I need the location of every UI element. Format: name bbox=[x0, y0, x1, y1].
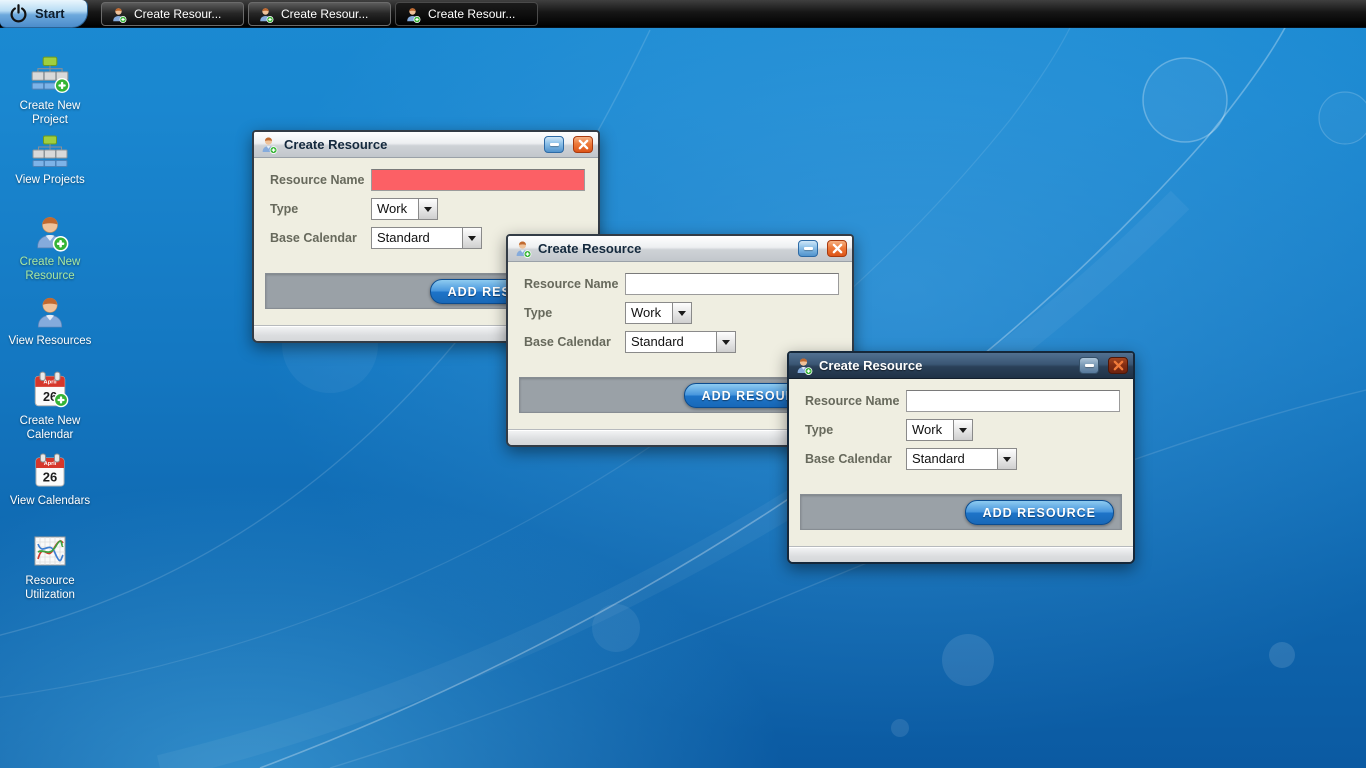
person-add-icon bbox=[404, 6, 421, 23]
chart-icon bbox=[30, 531, 70, 571]
type-select-value: Work bbox=[907, 420, 953, 440]
create-resource-window-3: Create Resource Resource Name Type Work bbox=[787, 351, 1135, 564]
base-calendar-select[interactable]: Standard bbox=[906, 448, 1017, 470]
calendar-add-icon: April 26 bbox=[29, 369, 71, 411]
start-label: Start bbox=[35, 6, 65, 21]
base-calendar-select-value: Standard bbox=[372, 228, 462, 248]
window-body: Resource Name Type Work Base Calendar St… bbox=[789, 379, 1133, 543]
close-icon bbox=[578, 139, 589, 150]
type-label: Type bbox=[524, 302, 552, 324]
desktop-icon-create-new-project[interactable]: Create New Project bbox=[4, 54, 96, 127]
chevron-down-icon[interactable] bbox=[462, 228, 481, 248]
type-label: Type bbox=[805, 419, 833, 441]
desktop-icon-resource-utilization[interactable]: Resource Utilization bbox=[4, 531, 96, 602]
base-calendar-select[interactable]: Standard bbox=[625, 331, 736, 353]
svg-text:April: April bbox=[43, 380, 57, 386]
chevron-down-icon[interactable] bbox=[672, 303, 691, 323]
desktop-icon-view-projects[interactable]: View Projects bbox=[4, 134, 96, 187]
desktop-icon-label: View Calendars bbox=[4, 494, 96, 508]
base-calendar-label: Base Calendar bbox=[805, 448, 892, 470]
taskbar-item-create-resource-3[interactable]: Create Resour... bbox=[395, 2, 538, 26]
taskbar-item-label: Create Resour... bbox=[281, 7, 368, 21]
calendar-icon: April 26 bbox=[30, 451, 70, 491]
chevron-down-icon[interactable] bbox=[997, 449, 1016, 469]
person-add-icon bbox=[257, 6, 274, 23]
type-select[interactable]: Work bbox=[906, 419, 973, 441]
resource-name-input[interactable] bbox=[906, 390, 1120, 412]
chevron-down-icon[interactable] bbox=[953, 420, 972, 440]
window-titlebar[interactable]: Create Resource bbox=[789, 353, 1133, 379]
taskbar-item-create-resource-1[interactable]: Create Resour... bbox=[101, 2, 244, 26]
person-add-icon bbox=[30, 212, 70, 252]
resource-name-input[interactable] bbox=[371, 169, 585, 191]
type-select[interactable]: Work bbox=[371, 198, 438, 220]
desktop-icon-label: Create New Project bbox=[4, 99, 96, 127]
person-add-icon bbox=[259, 135, 278, 154]
resource-name-input[interactable] bbox=[625, 273, 839, 295]
resource-name-label: Resource Name bbox=[524, 273, 619, 295]
window-title: Create Resource bbox=[819, 358, 1070, 373]
close-icon bbox=[1113, 360, 1124, 371]
svg-text:26: 26 bbox=[43, 470, 57, 485]
person-add-icon bbox=[513, 239, 532, 258]
close-icon bbox=[832, 243, 843, 254]
chevron-down-icon[interactable] bbox=[418, 199, 437, 219]
window-footer: ADD RESOURCE bbox=[800, 494, 1122, 530]
person-add-icon bbox=[794, 356, 813, 375]
desktop-icon-label: Create New Resource bbox=[4, 255, 96, 283]
base-calendar-label: Base Calendar bbox=[270, 227, 357, 249]
start-button[interactable]: Start bbox=[0, 0, 88, 28]
minimize-button[interactable] bbox=[1079, 357, 1099, 374]
desktop-icon-label: View Projects bbox=[4, 173, 96, 187]
person-icon bbox=[31, 293, 69, 331]
minimize-button[interactable] bbox=[798, 240, 818, 257]
org-chart-icon bbox=[30, 134, 70, 170]
taskbar-item-label: Create Resour... bbox=[428, 7, 515, 21]
base-calendar-select-value: Standard bbox=[907, 449, 997, 469]
base-calendar-select-value: Standard bbox=[626, 332, 716, 352]
taskbar-item-create-resource-2[interactable]: Create Resour... bbox=[248, 2, 391, 26]
minimize-button[interactable] bbox=[544, 136, 564, 153]
window-title: Create Resource bbox=[284, 137, 535, 152]
desktop-icon-label: Resource Utilization bbox=[4, 574, 96, 602]
type-select[interactable]: Work bbox=[625, 302, 692, 324]
window-title: Create Resource bbox=[538, 241, 789, 256]
desktop-icon-create-new-resource[interactable]: Create New Resource bbox=[4, 212, 96, 283]
chevron-down-icon[interactable] bbox=[716, 332, 735, 352]
type-select-value: Work bbox=[372, 199, 418, 219]
type-select-value: Work bbox=[626, 303, 672, 323]
add-resource-button[interactable]: ADD RESOURCE bbox=[965, 500, 1114, 525]
resource-name-label: Resource Name bbox=[270, 169, 365, 191]
close-button[interactable] bbox=[1108, 357, 1128, 374]
taskbar: Start Create Resour... Create bbox=[0, 0, 1366, 28]
window-titlebar[interactable]: Create Resource bbox=[508, 236, 852, 262]
desktop-icon-view-resources[interactable]: View Resources bbox=[4, 293, 96, 348]
base-calendar-select[interactable]: Standard bbox=[371, 227, 482, 249]
power-icon bbox=[8, 3, 29, 24]
desktop-icon-label: Create New Calendar bbox=[4, 414, 96, 442]
taskbar-item-label: Create Resour... bbox=[134, 7, 221, 21]
window-titlebar[interactable]: Create Resource bbox=[254, 132, 598, 158]
close-button[interactable] bbox=[573, 136, 593, 153]
desktop: Create New Project View Projects Create … bbox=[0, 0, 1366, 768]
desktop-icon-view-calendars[interactable]: April 26 View Calendars bbox=[4, 451, 96, 508]
desktop-icon-label: View Resources bbox=[4, 334, 96, 348]
resource-name-label: Resource Name bbox=[805, 390, 900, 412]
person-add-icon bbox=[110, 6, 127, 23]
close-button[interactable] bbox=[827, 240, 847, 257]
desktop-icon-create-new-calendar[interactable]: April 26 Create New Calendar bbox=[4, 369, 96, 442]
type-label: Type bbox=[270, 198, 298, 220]
window-statusbar bbox=[789, 546, 1133, 562]
base-calendar-label: Base Calendar bbox=[524, 331, 611, 353]
org-chart-add-icon bbox=[29, 54, 71, 96]
